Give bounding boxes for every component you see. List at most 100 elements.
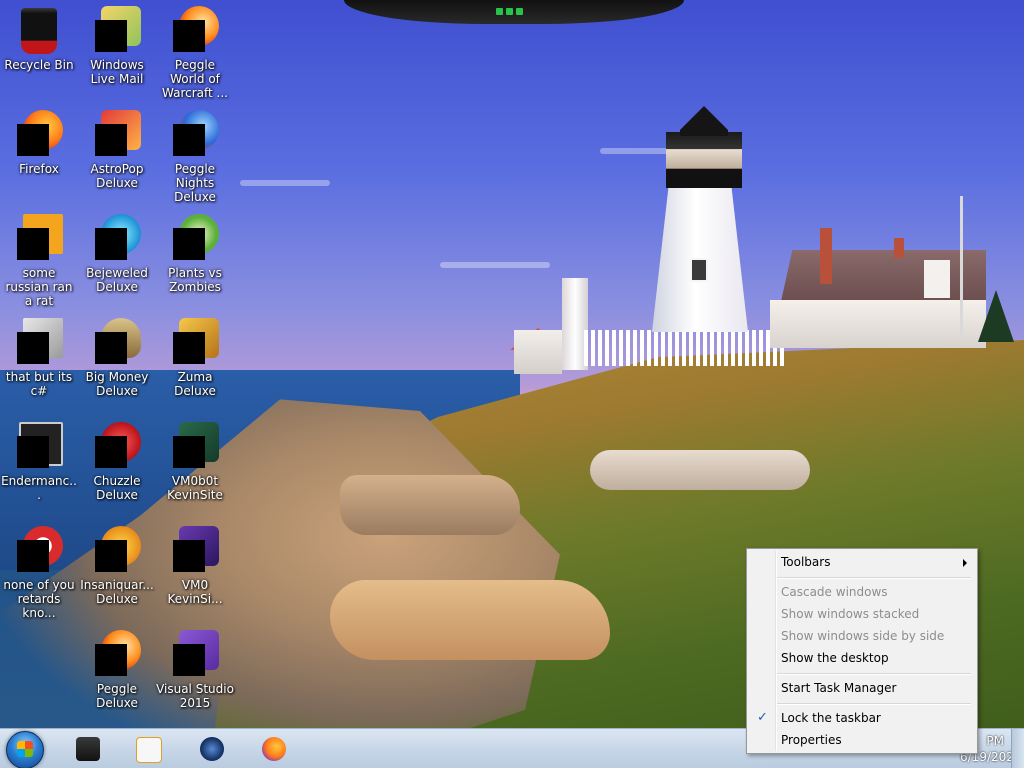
- menu-item-label: Show windows stacked: [781, 607, 920, 621]
- menu-item-label: Lock the taskbar: [781, 711, 881, 725]
- desktop[interactable]: Recycle Bin Firefox some russian ran a r…: [0, 0, 1024, 768]
- menu-item-lock-the-taskbar[interactable]: ✓ Lock the taskbar: [749, 707, 975, 729]
- desktop-icon-bejeweled-deluxe[interactable]: Bejeweled Deluxe: [78, 214, 156, 294]
- desktop-icon-insaniquarium-deluxe[interactable]: Insaniquar... Deluxe: [78, 526, 156, 606]
- wallpaper-chimney: [894, 238, 904, 258]
- desktop-icon-label: Zuma Deluxe: [174, 370, 216, 398]
- desktop-icon-plants-vs-zombies[interactable]: Plants vs Zombies: [156, 214, 234, 294]
- wallpaper-rock: [330, 580, 610, 660]
- wallpaper-flagpole: [960, 196, 963, 342]
- redacted-block: [17, 228, 49, 260]
- desktop-icon-label: Plants vs Zombies: [168, 266, 222, 294]
- desktop-icon-firefox[interactable]: Firefox: [0, 110, 78, 176]
- taskbar-pinned-firefox[interactable]: [254, 733, 294, 765]
- desktop-icon-label: Peggle Deluxe: [96, 682, 138, 710]
- desktop-icon-label: that but its c#: [5, 370, 73, 398]
- top-gadget-bar[interactable]: [344, 0, 684, 24]
- wallpaper-lighthouse-window: [690, 258, 708, 282]
- desktop-icon-some-russian-ran-a-rat[interactable]: some russian ran a rat: [0, 214, 78, 308]
- desktop-icon-peggle-deluxe[interactable]: Peggle Deluxe: [78, 630, 156, 710]
- desktop-icon-label: Peggle World of Warcraft ...: [162, 58, 228, 100]
- menu-item-properties[interactable]: Properties: [749, 729, 975, 751]
- taskbar-context-menu[interactable]: Toolbars Cascade windows Show windows st…: [746, 548, 978, 754]
- redacted-block: [173, 20, 205, 52]
- desktop-icon-label: Chuzzle Deluxe: [93, 474, 141, 502]
- wallpaper-lighthouse-lamp: [666, 132, 742, 188]
- redacted-block: [95, 540, 127, 572]
- redacted-block: [95, 124, 127, 156]
- desktop-icon-big-money-deluxe[interactable]: Big Money Deluxe: [78, 318, 156, 398]
- desktop-icon-vm0-kevinsite[interactable]: VM0 KevinSi...: [156, 526, 234, 606]
- windows-logo-icon: [17, 741, 33, 757]
- redacted-block: [173, 228, 205, 260]
- wallpaper-fence: [584, 330, 784, 366]
- menu-item-label: Start Task Manager: [781, 681, 897, 695]
- redacted-block: [17, 124, 49, 156]
- redacted-block: [95, 20, 127, 52]
- menu-item-label: Cascade windows: [781, 585, 888, 599]
- wallpaper-rock: [590, 450, 810, 490]
- redacted-block: [173, 124, 205, 156]
- redacted-block: [173, 436, 205, 468]
- submenu-arrow-icon: [963, 559, 967, 567]
- desktop-icon-that-but-its-csharp[interactable]: that but its c#: [0, 318, 78, 398]
- firefox-icon: [262, 737, 286, 761]
- redacted-block: [95, 436, 127, 468]
- menu-item-show-the-desktop[interactable]: Show the desktop: [749, 647, 975, 669]
- redacted-block: [173, 540, 205, 572]
- media-player-icon: [136, 737, 162, 763]
- indicator-icon: [496, 8, 503, 15]
- redacted-block: [17, 540, 49, 572]
- recycle-bin-icon: [21, 8, 57, 54]
- desktop-icon-label: Recycle Bin: [4, 58, 74, 72]
- desktop-icon-recycle-bin[interactable]: Recycle Bin: [0, 6, 78, 72]
- menu-item-toolbars[interactable]: Toolbars: [749, 551, 975, 573]
- menu-item-start-task-manager[interactable]: Start Task Manager: [749, 677, 975, 699]
- desktop-icon-peggle-nights-deluxe[interactable]: Peggle Nights Deluxe: [156, 110, 234, 204]
- desktop-icon-astropop-deluxe[interactable]: AstroPop Deluxe: [78, 110, 156, 190]
- desktop-icon-zuma-deluxe[interactable]: Zuma Deluxe: [156, 318, 234, 398]
- desktop-icon-peggle-world-of-warcraft[interactable]: Peggle World of Warcraft ...: [156, 6, 234, 100]
- explorer-icon: [76, 737, 100, 761]
- menu-item-show-windows-side-by-side: Show windows side by side: [749, 625, 975, 647]
- desktop-icon-label: none of you retards kno...: [3, 578, 75, 620]
- start-button[interactable]: [6, 731, 44, 768]
- desktop-icon-label: some russian ran a rat: [5, 266, 73, 308]
- desktop-icon-label: Bejeweled Deluxe: [86, 266, 148, 294]
- desktop-icon-label: Firefox: [19, 162, 59, 176]
- desktop-icon-windows-live-mail[interactable]: Windows Live Mail: [78, 6, 156, 86]
- desktop-icon-none-of-you[interactable]: none of you retards kno...: [0, 526, 78, 620]
- checkmark-icon: ✓: [757, 710, 768, 725]
- wallpaper-chimney: [820, 228, 832, 284]
- wallpaper-dormer: [924, 260, 950, 298]
- redacted-block: [173, 332, 205, 364]
- menu-item-label: Properties: [781, 733, 842, 747]
- redacted-block: [17, 332, 49, 364]
- wallpaper-cloud: [600, 148, 670, 154]
- desktop-icon-label: VM0b0t KevinSite: [167, 474, 223, 502]
- desktop-icon-label: Big Money Deluxe: [85, 370, 149, 398]
- taskbar-pinned-media-player[interactable]: [128, 733, 168, 765]
- globe-icon: [200, 737, 224, 761]
- desktop-icon-endermanc[interactable]: Endermanc...: [0, 422, 78, 502]
- wallpaper-cloud: [240, 180, 330, 186]
- desktop-icon-vm0b0t-kevinsite[interactable]: VM0b0t KevinSite: [156, 422, 234, 502]
- menu-separator: [777, 703, 971, 705]
- menu-item-label: Toolbars: [781, 555, 831, 569]
- wallpaper-rock: [340, 475, 520, 535]
- redacted-block: [173, 644, 205, 676]
- taskbar-pinned-globe[interactable]: [192, 733, 232, 765]
- desktop-icon-label: Endermanc...: [1, 474, 77, 502]
- indicator-icon: [506, 8, 513, 15]
- menu-separator: [777, 577, 971, 579]
- desktop-icon-chuzzle-deluxe[interactable]: Chuzzle Deluxe: [78, 422, 156, 502]
- show-desktop-button[interactable]: [1011, 729, 1024, 768]
- desktop-icon-label: VM0 KevinSi...: [167, 578, 223, 606]
- wallpaper-lighthouse: [652, 180, 748, 332]
- menu-item-label: Show windows side by side: [781, 629, 945, 643]
- taskbar-pinned-explorer[interactable]: [68, 733, 108, 765]
- menu-item-label: Show the desktop: [781, 651, 889, 665]
- wallpaper-roof: [780, 250, 986, 306]
- desktop-icon-visual-studio-2015[interactable]: Visual Studio 2015: [156, 630, 234, 710]
- desktop-icon-label: Peggle Nights Deluxe: [174, 162, 216, 204]
